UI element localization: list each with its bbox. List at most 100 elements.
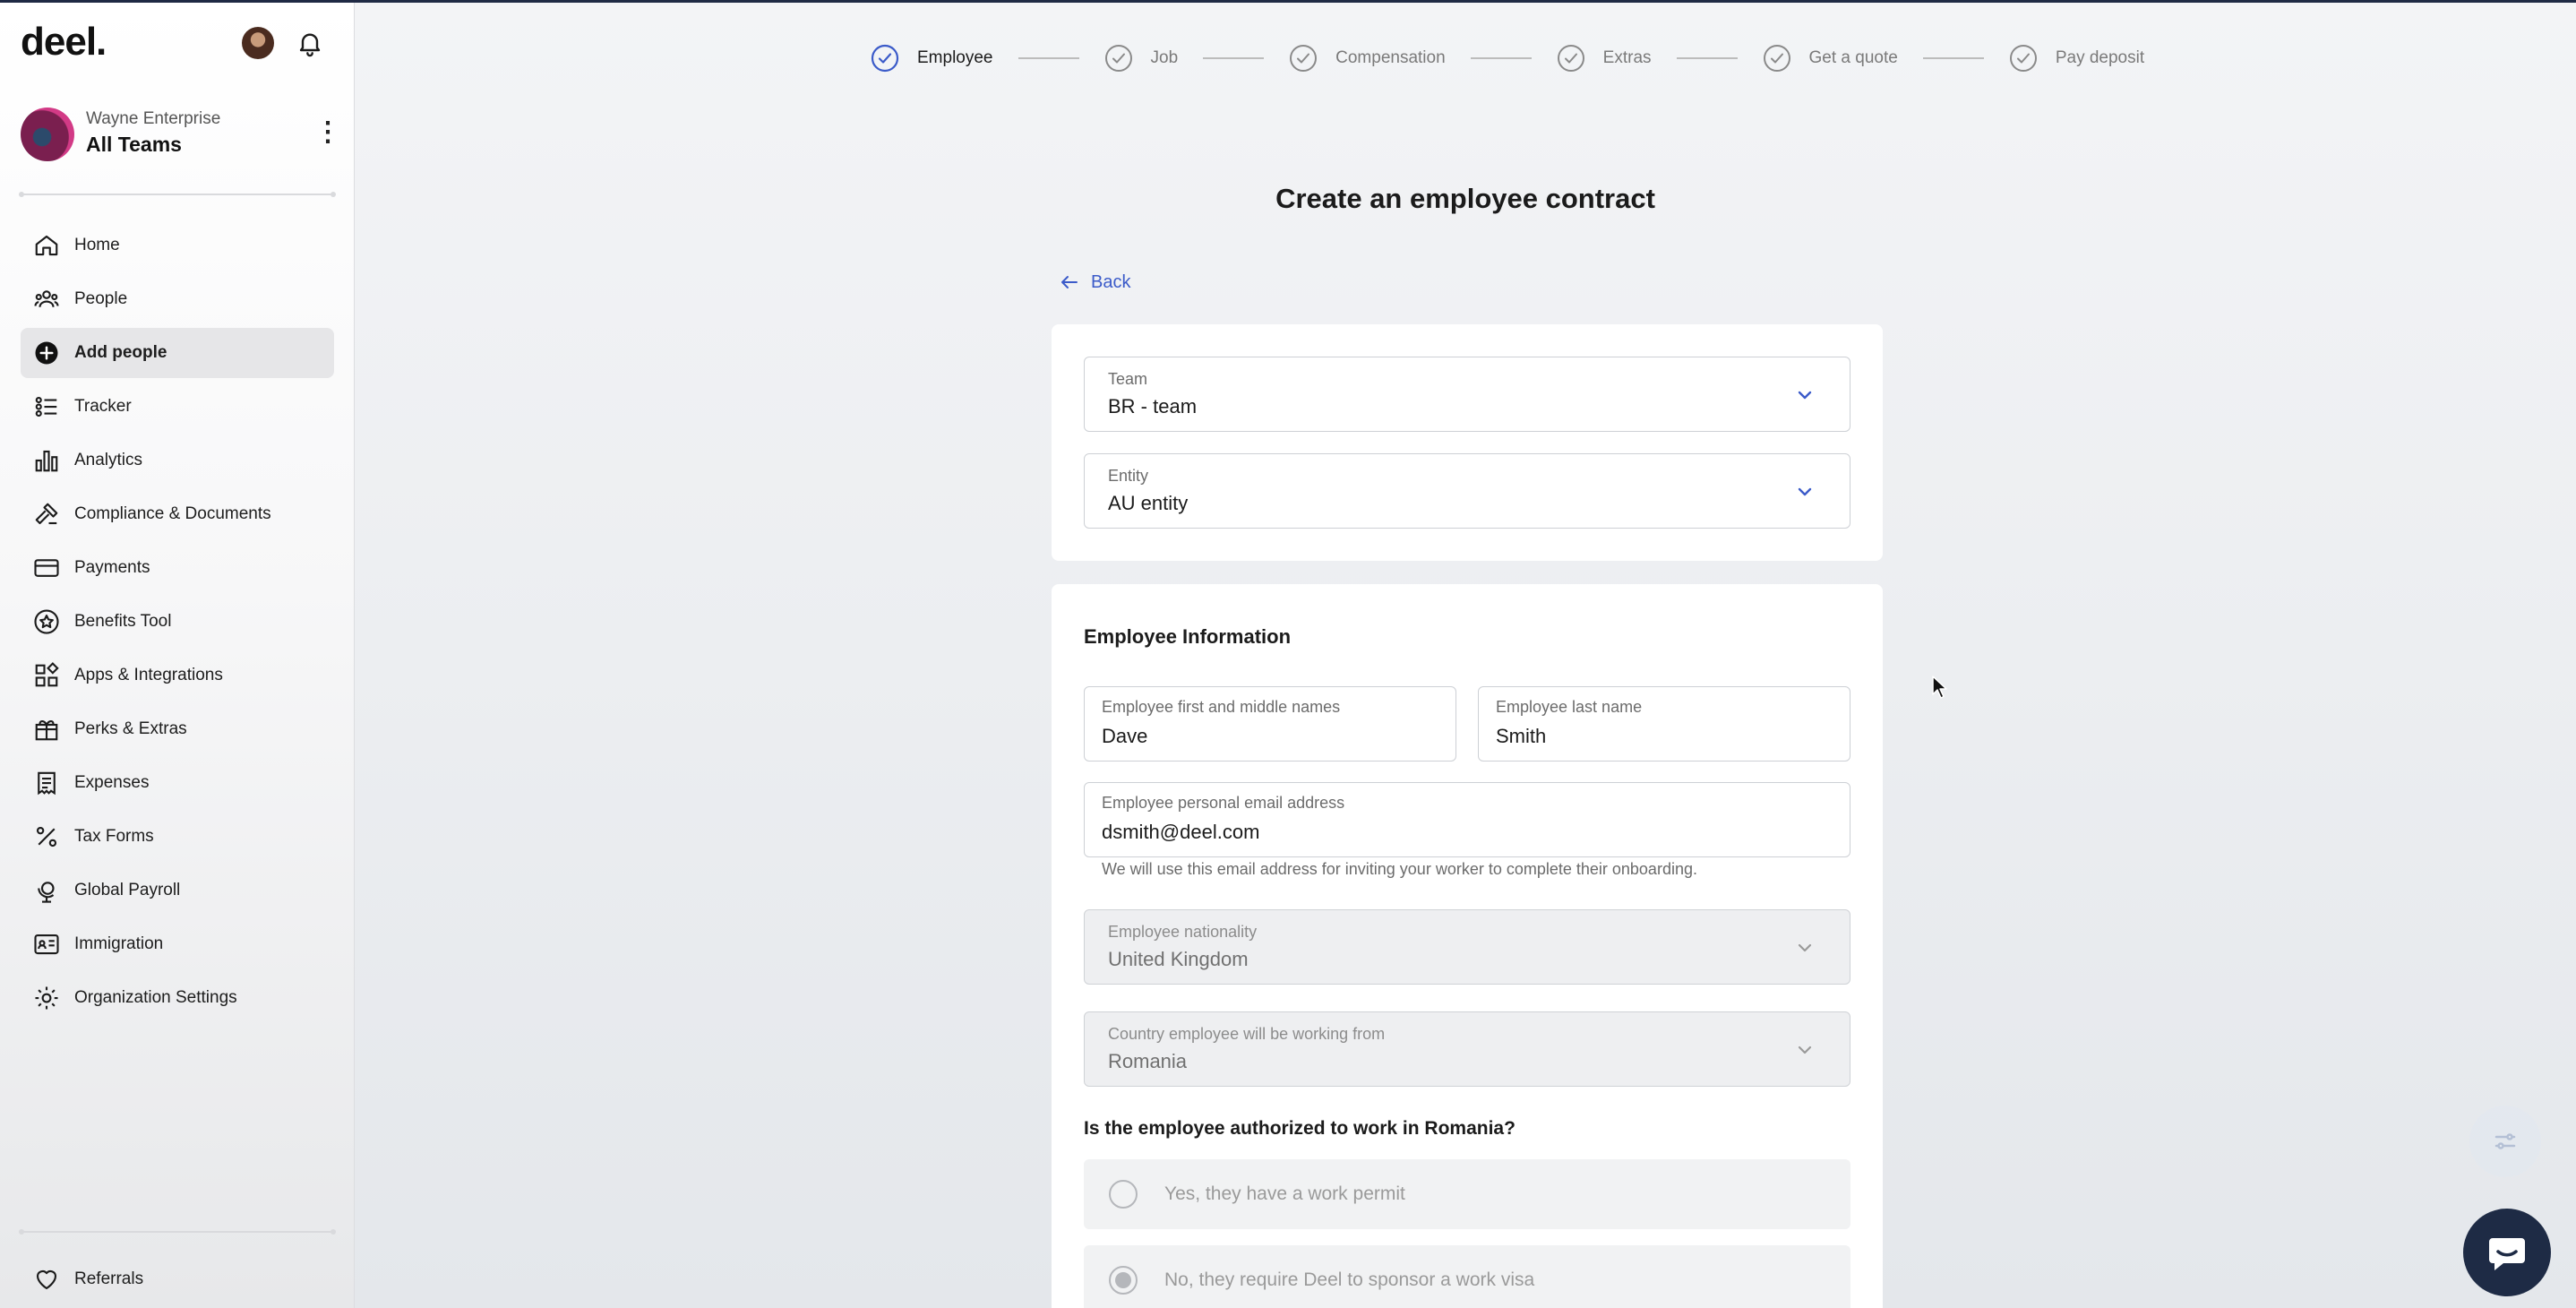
check-circle-icon [1763,44,1791,73]
first-name-field[interactable]: Employee first and middle names Dave [1084,686,1456,762]
sidebar-item-label: Global Payroll [74,881,181,899]
referrals-label: Referrals [74,1269,144,1288]
sidebar-item-label: Tracker [74,397,132,416]
id-card-icon [33,931,60,958]
percent-icon [33,823,60,850]
sidebar-item-label: Tax Forms [74,827,154,846]
more-options-icon[interactable]: ⋮ [314,119,341,149]
step-connector [1470,57,1532,59]
work-country-value: Romania [1108,1050,1188,1072]
sidebar-item-label: Payments [74,558,150,577]
receipt-icon [33,770,60,796]
check-circle-icon [871,44,899,73]
sidebar-item-immigration[interactable]: Immigration [21,919,334,969]
radio-option-sponsor-visa[interactable]: No, they require Deel to sponsor a work … [1084,1245,1850,1308]
team-entity-card: Team BR - team Entity AU entity [1052,324,1883,561]
sidebar-item-tracker[interactable]: Tracker [21,382,334,432]
progress-stepper: Employee Job Compensation Extras Get a q… [871,41,2144,75]
chat-fab-button[interactable] [2463,1209,2551,1296]
last-name-value[interactable]: Smith [1496,725,1830,748]
people-icon [33,286,60,313]
sidebar-item-label: Immigration [74,934,164,953]
mouse-cursor-icon [1932,676,1947,699]
sidebar-item-perks[interactable]: Perks & Extras [21,704,334,754]
sidebar-item-payments[interactable]: Payments [21,543,334,593]
step-employee[interactable]: Employee [871,44,993,73]
sidebar-item-people[interactable]: People [21,274,334,324]
step-extras[interactable]: Extras [1557,44,1652,73]
check-circle-icon [1557,44,1585,73]
org-name: All Teams [86,133,182,156]
step-label: Compensation [1335,48,1446,67]
filter-fab-button[interactable] [2469,1106,2541,1177]
sidebar-item-label: Compliance & Documents [74,504,271,523]
entity-select[interactable]: Entity AU entity [1084,453,1850,529]
step-connector [1203,57,1265,59]
radio-button[interactable] [1109,1266,1138,1295]
check-circle-icon [1289,44,1318,73]
check-circle-icon [2009,44,2038,73]
radio-label: No, they require Deel to sponsor a work … [1164,1269,1535,1290]
sidebar-item-analytics[interactable]: Analytics [21,435,334,486]
entity-select-value: AU entity [1108,492,1189,514]
sidebar-item-benefits[interactable]: Benefits Tool [21,597,334,647]
step-label: Employee [917,48,993,67]
heart-icon [33,1266,60,1293]
step-label: Job [1150,48,1179,67]
plus-circle-icon [33,340,60,366]
sidebar-item-label: Apps & Integrations [74,666,223,684]
gear-icon [33,985,60,1011]
sidebar-divider-bottom [19,1229,336,1235]
email-field[interactable]: Employee personal email address dsmith@d… [1084,782,1850,857]
bell-icon[interactable] [296,29,324,57]
sidebar-item-compliance[interactable]: Compliance & Documents [21,489,334,539]
sidebar-item-add-people[interactable]: Add people [21,328,334,378]
chevron-down-icon [1798,391,1812,400]
sidebar-item-label: Add people [74,343,167,362]
page-title: Create an employee contract [1275,183,1655,214]
arrow-left-icon [1061,276,1078,288]
radio-button[interactable] [1109,1180,1138,1209]
nationality-label: Employee nationality [1108,923,1258,941]
deel-logo[interactable]: deel. [21,20,107,65]
sidebar-item-label: Benefits Tool [74,612,172,631]
sidebar-item-label: Analytics [74,451,143,469]
top-accent-line [0,0,2576,3]
step-pay-deposit[interactable]: Pay deposit [2009,44,2144,73]
first-name-value[interactable]: Dave [1102,725,1436,748]
bar-chart-icon [33,447,60,474]
sidebar-item-expenses[interactable]: Expenses [21,758,334,808]
last-name-field[interactable]: Employee last name Smith [1478,686,1850,762]
chevron-down-icon [1798,943,1812,952]
sidebar-item-referrals[interactable]: Referrals [21,1254,334,1304]
step-compensation[interactable]: Compensation [1289,44,1446,73]
work-country-select[interactable]: Country employee will be working from Ro… [1084,1011,1850,1087]
email-hint: We will use this email address for invit… [1102,860,1697,878]
sidebar-item-org-settings[interactable]: Organization Settings [21,973,334,1023]
email-value[interactable]: dsmith@deel.com [1102,821,1790,844]
step-connector [1018,57,1079,59]
check-circle-icon [1104,44,1133,73]
sliders-icon [2494,1133,2516,1149]
step-get-a-quote[interactable]: Get a quote [1763,44,1898,73]
step-label: Pay deposit [2055,48,2145,67]
radio-option-work-permit[interactable]: Yes, they have a work permit [1084,1159,1850,1229]
chevron-down-icon [1798,1046,1812,1054]
team-select[interactable]: Team BR - team [1084,357,1850,432]
gift-icon [33,716,60,743]
sidebar-item-tax-forms[interactable]: Tax Forms [21,812,334,862]
main-content: Employee Job Compensation Extras Get a q… [355,0,2576,1308]
sidebar-item-global-payroll[interactable]: Global Payroll [21,865,334,916]
sidebar-item-home[interactable]: Home [21,220,334,271]
entity-select-label: Entity [1108,467,1149,485]
sidebar-divider-top [19,192,336,197]
nationality-select[interactable]: Employee nationality United Kingdom [1084,909,1850,985]
sidebar-item-apps[interactable]: Apps & Integrations [21,650,334,701]
org-switcher[interactable]: Wayne Enterprise All Teams ⋮ [21,106,341,163]
sidebar: deel. Wayne Enterprise All Teams ⋮ Home … [0,0,355,1308]
step-job[interactable]: Job [1104,44,1179,73]
nationality-value: United Kingdom [1108,948,1249,970]
step-connector [1676,57,1738,59]
back-link[interactable]: Back [1059,269,1130,296]
user-avatar[interactable] [242,27,274,59]
